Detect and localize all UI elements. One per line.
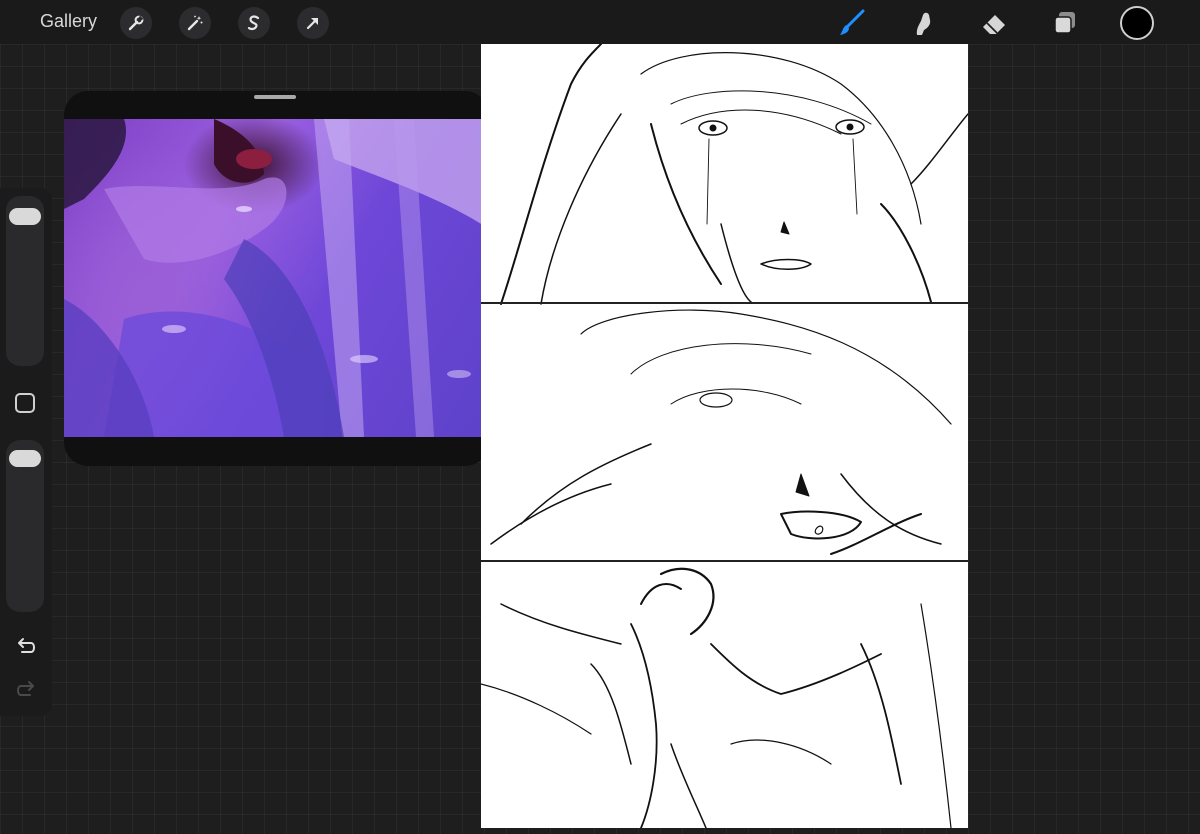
wrench-icon [128, 15, 144, 31]
actions-wrench-button[interactable] [120, 7, 152, 39]
selection-icon [247, 15, 260, 31]
smudge-icon [916, 12, 931, 35]
eraser-icon [983, 15, 1005, 34]
reference-window[interactable] [64, 91, 489, 466]
transform-arrow-icon [306, 17, 319, 30]
reference-image [64, 119, 489, 437]
undo-button[interactable] [12, 635, 40, 659]
reference-drag-handle[interactable] [254, 95, 296, 99]
brush-size-knob[interactable] [9, 207, 41, 225]
selection-button[interactable] [238, 7, 270, 39]
opacity-slider[interactable] [6, 440, 44, 612]
redo-arrow-icon [17, 681, 34, 696]
undo-arrow-icon [18, 638, 35, 653]
brush-icon [840, 9, 865, 35]
smudge-tool-button[interactable] [905, 6, 939, 40]
eraser-tool-button[interactable] [977, 6, 1011, 40]
redo-button[interactable] [12, 678, 40, 702]
brush-size-slider[interactable] [6, 196, 44, 366]
panel-divider [481, 302, 968, 304]
magic-wand-icon [187, 15, 203, 31]
brush-tool-button[interactable] [834, 6, 868, 40]
layers-button[interactable] [1048, 6, 1082, 40]
drawing-canvas[interactable] [480, 43, 969, 829]
side-toolbar [0, 188, 52, 716]
opacity-knob[interactable] [9, 450, 41, 468]
adjustments-wand-button[interactable] [179, 7, 211, 39]
modify-square-icon[interactable] [15, 393, 35, 413]
reference-illustration [64, 119, 489, 437]
top-toolbar: Gallery [0, 0, 1200, 44]
panel-divider [481, 560, 968, 562]
transform-button[interactable] [297, 7, 329, 39]
gallery-button[interactable]: Gallery [40, 11, 97, 32]
sketch-artwork [480, 43, 969, 829]
layers-icon [1054, 12, 1075, 34]
color-picker-swatch[interactable] [1120, 6, 1154, 40]
